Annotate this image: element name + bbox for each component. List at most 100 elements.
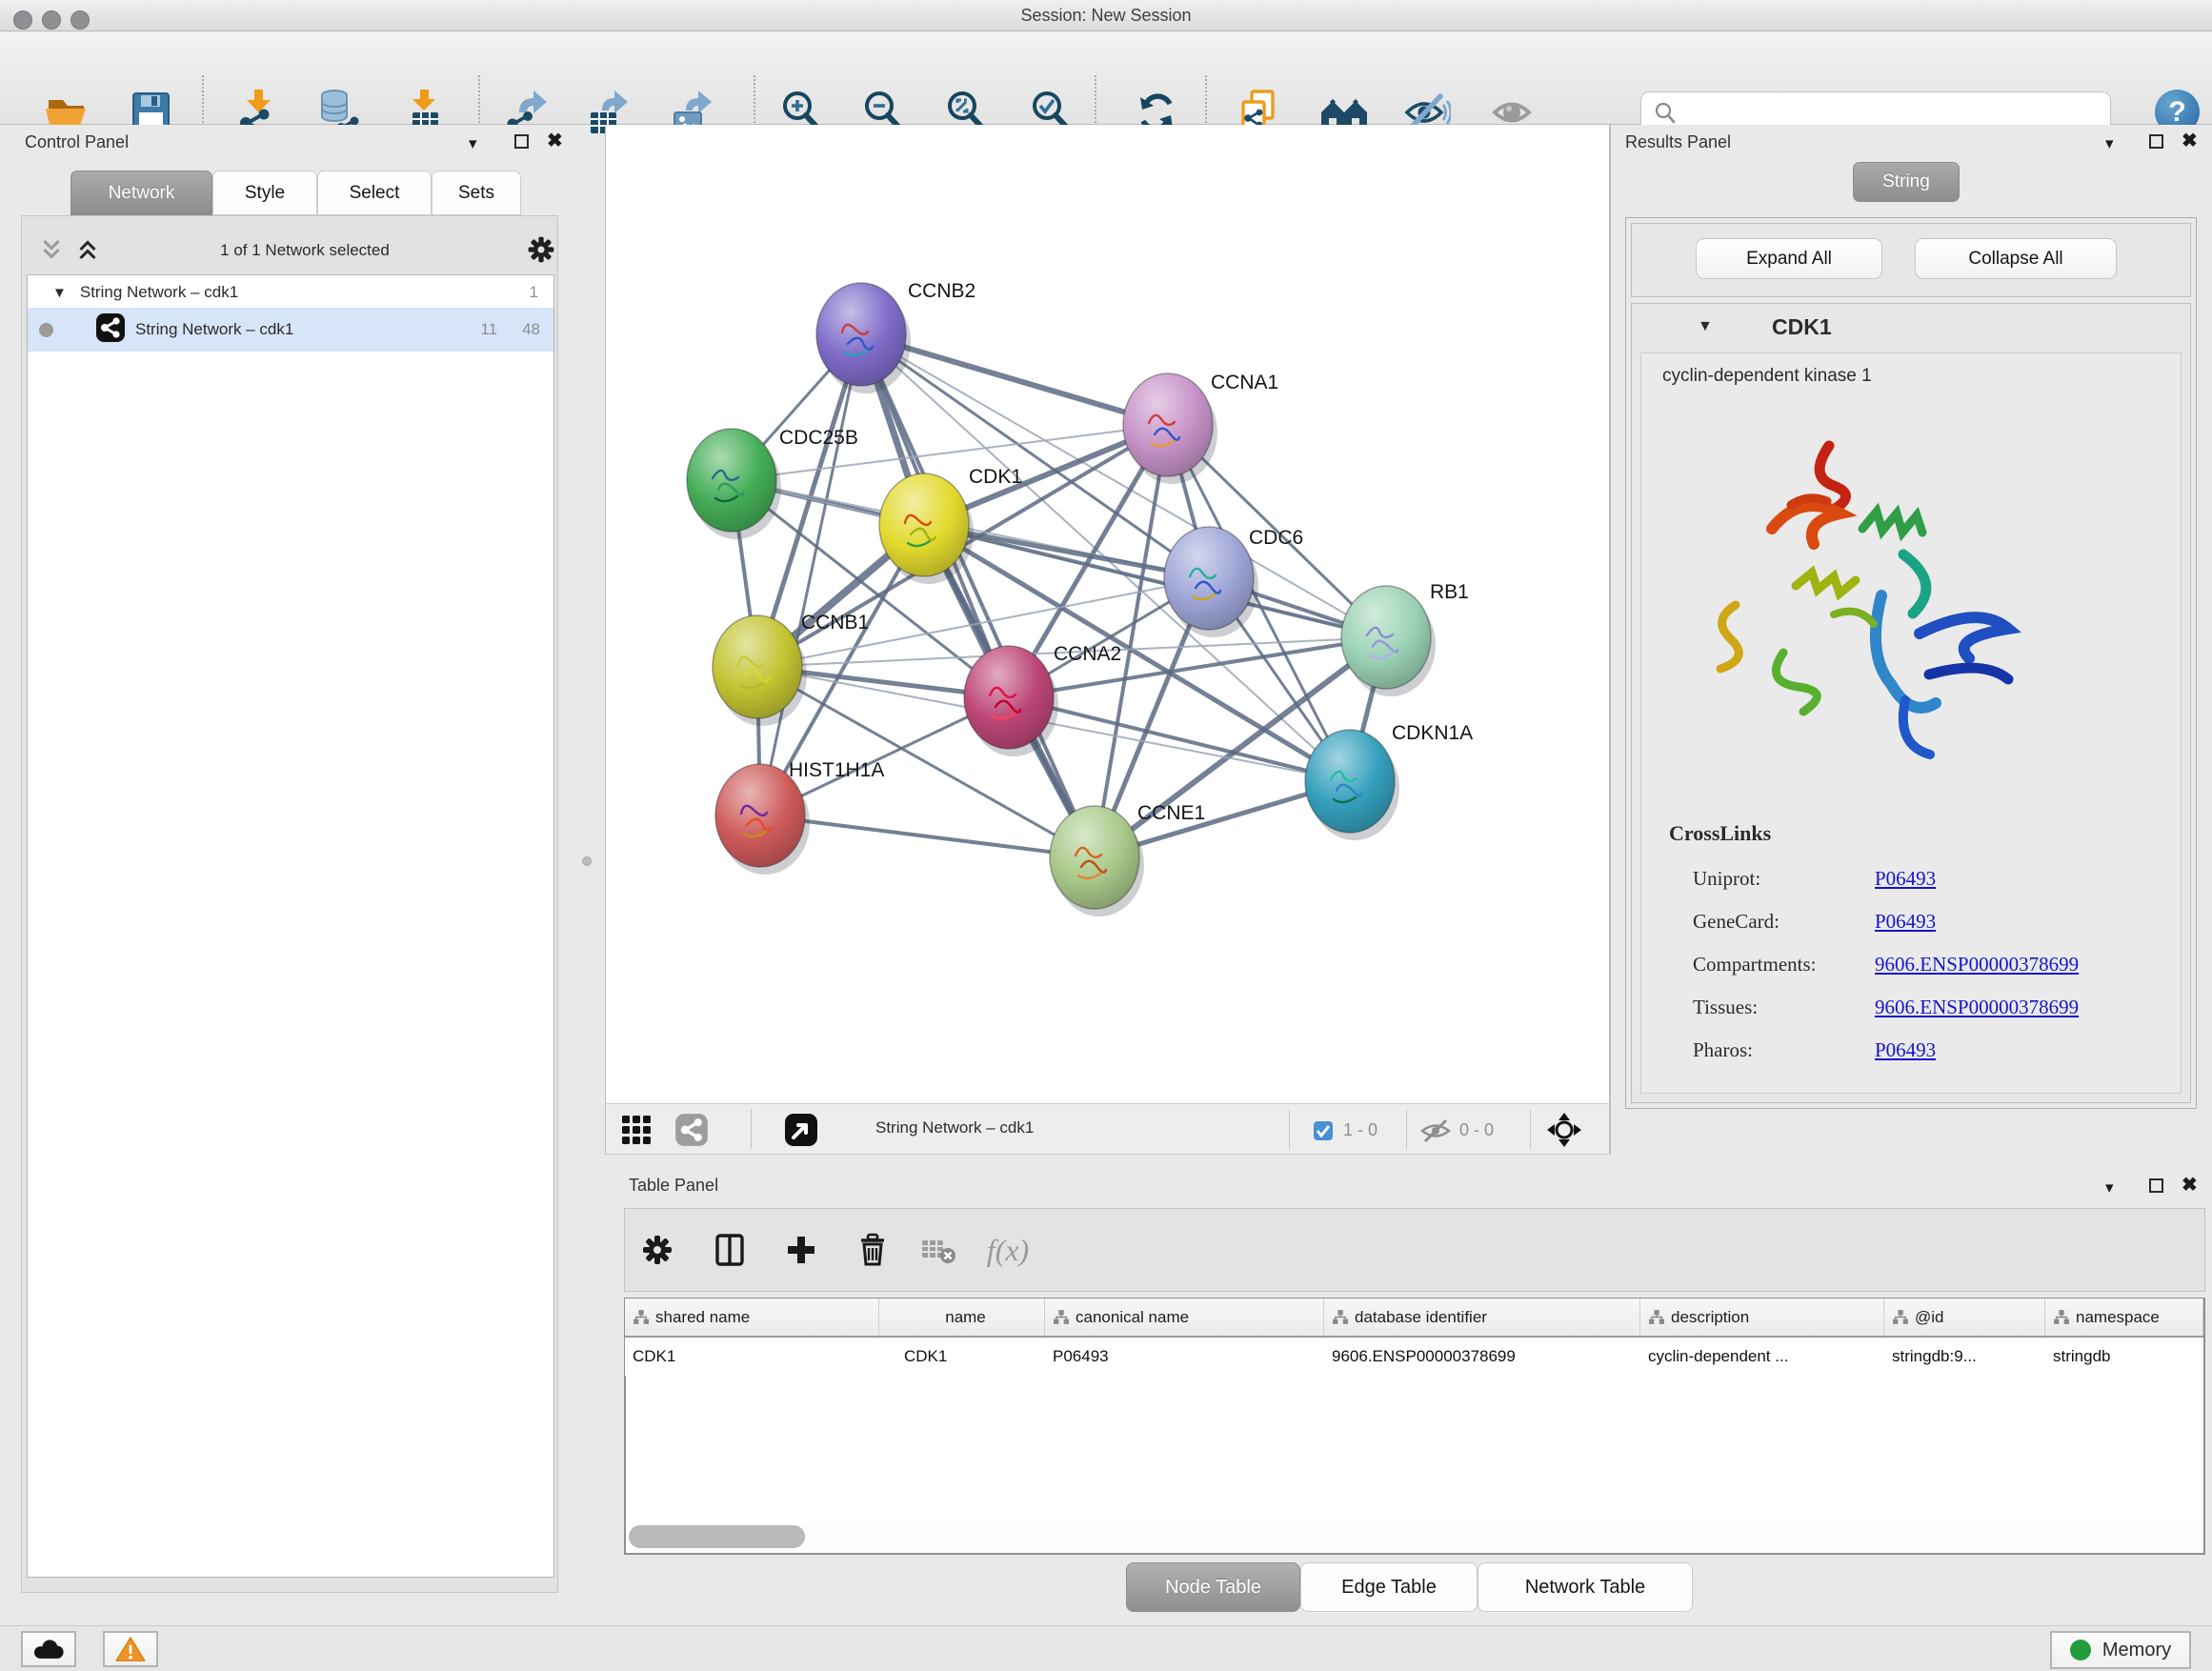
network-collection-label: String Network – cdk1 [80, 283, 238, 302]
tab-sets[interactable]: Sets [432, 171, 521, 215]
scrollbar-thumb[interactable] [629, 1525, 805, 1548]
add-column-plus-icon[interactable] [780, 1229, 822, 1271]
hidden-eye-slash-icon [1419, 1117, 1452, 1149]
column-header-label: canonical name [1076, 1308, 1189, 1327]
selected-checkbox-icon[interactable] [1313, 1120, 1334, 1146]
network-overview-share-icon[interactable] [674, 1113, 709, 1152]
table-cell[interactable]: stringdb:9... [1884, 1338, 2045, 1376]
network-view-title: String Network – cdk1 [875, 1118, 1034, 1137]
node-count: 11 [480, 320, 497, 339]
network-canvas[interactable]: CCNB2CCNA1CDC25BCDK1CDC6RB1CCNB1CCNA2CDK… [605, 125, 1610, 1103]
table-panel-float-icon[interactable] [2149, 1178, 2163, 1193]
search-icon [1653, 101, 1678, 126]
function-builder-icon[interactable]: f(x) [987, 1229, 1029, 1271]
column-header-label: shared name [655, 1308, 750, 1327]
network-edge[interactable] [760, 815, 1095, 857]
table-panel-title: Table Panel [629, 1176, 718, 1196]
table-panel-menu-icon[interactable]: ▾ [2105, 1179, 2114, 1196]
tree-expander-icon[interactable]: ▼ [52, 285, 67, 301]
crosslink-link[interactable]: 9606.ENSP00000378699 [1875, 953, 2079, 976]
crosslink-link[interactable]: P06493 [1875, 1038, 1936, 1062]
results-panel-menu-icon[interactable]: ▾ [2105, 135, 2114, 151]
tab-network-table[interactable]: Network Table [1478, 1562, 1693, 1612]
control-panel-title: Control Panel [25, 132, 129, 152]
node-label-cdkn1a: CDKN1A [1392, 722, 1473, 744]
table-cell[interactable]: 9606.ENSP00000378699 [1324, 1338, 1640, 1376]
table-cell[interactable]: CDK1 [625, 1338, 879, 1376]
column-header-database-identifier[interactable]: database identifier [1324, 1299, 1640, 1336]
control-panel-float-icon[interactable] [514, 134, 529, 149]
left-splitter-handle[interactable] [582, 856, 592, 866]
column-header-namespace[interactable]: namespace [2045, 1299, 2203, 1336]
tab-node-table[interactable]: Node Table [1126, 1562, 1300, 1612]
network-collection-row[interactable]: ▼ String Network – cdk1 1 [28, 277, 553, 308]
table-cell[interactable]: stringdb [2045, 1338, 2203, 1376]
table-cell[interactable]: cyclin-dependent ... [1640, 1338, 1884, 1376]
column-header-name[interactable]: name [879, 1299, 1045, 1336]
network-edge[interactable] [760, 334, 861, 815]
crosslinks-title: CrossLinks [1669, 821, 1771, 846]
question-mark-icon: ? [2168, 96, 2185, 129]
network-panel-gear-icon[interactable] [526, 234, 556, 270]
window-title: Session: New Session [1020, 6, 1191, 26]
results-panel-close-icon[interactable]: ✖ [2182, 131, 2198, 151]
gene-entry-expander-icon[interactable]: ▼ [1698, 318, 1713, 335]
crosslink-row: GeneCard:P06493 [1693, 900, 2179, 943]
crosslink-row: Uniprot:P06493 [1693, 857, 2179, 900]
node-label-hist1h1a: HIST1H1A [789, 759, 884, 781]
delete-table-icon[interactable] [918, 1229, 960, 1271]
expand-all-button[interactable]: Expand All [1696, 238, 1882, 279]
crosslink-label: Tissues: [1693, 996, 1875, 1019]
window-close-light[interactable] [13, 10, 32, 30]
column-header-description[interactable]: description [1640, 1299, 1884, 1336]
table-row[interactable]: CDK1CDK1P064939606.ENSP00000378699cyclin… [625, 1338, 2203, 1376]
column-type-icon [1053, 1309, 1069, 1325]
network-graph[interactable]: CCNB2CCNA1CDC25BCDK1CDC6RB1CCNB1CCNA2CDK… [606, 125, 1611, 1103]
column-header--id[interactable]: @id [1884, 1299, 2045, 1336]
window-zoom-light[interactable] [70, 10, 90, 30]
column-header-shared-name[interactable]: shared name [625, 1299, 879, 1336]
tab-network[interactable]: Network [70, 171, 212, 215]
network-edge[interactable] [861, 334, 1095, 857]
column-header-label: @id [1915, 1308, 1944, 1327]
memory-status-dot-icon [2070, 1640, 2091, 1661]
fit-crosshair-icon[interactable] [1545, 1111, 1583, 1154]
delete-column-trash-icon[interactable] [852, 1229, 894, 1271]
cloud-status-button[interactable] [21, 1631, 76, 1667]
memory-button[interactable]: Memory [2050, 1631, 2191, 1669]
crosslink-link[interactable]: P06493 [1875, 910, 1936, 934]
node-label-cdk1: CDK1 [969, 466, 1022, 488]
node-label-ccnb2: CCNB2 [908, 280, 975, 302]
tab-select[interactable]: Select [317, 171, 432, 215]
tab-edge-table[interactable]: Edge Table [1300, 1562, 1478, 1612]
table-panel-close-icon[interactable]: ✖ [2182, 1176, 2198, 1195]
birdseye-grid-icon[interactable] [620, 1114, 653, 1151]
results-panel-float-icon[interactable] [2149, 134, 2163, 149]
warnings-button[interactable] [103, 1631, 158, 1667]
table-header-row: shared name name canonical name database id… [625, 1299, 2203, 1338]
crosslink-link[interactable]: 9606.ENSP00000378699 [1875, 996, 2079, 1019]
table-cell[interactable]: P06493 [1045, 1338, 1324, 1376]
column-header-canonical-name[interactable]: canonical name [1045, 1299, 1324, 1336]
network-row-selected[interactable]: String Network – cdk1 11 48 [28, 308, 553, 352]
hidden-count: 0 - 0 [1459, 1120, 1494, 1140]
collapse-all-networks-icon[interactable] [40, 238, 63, 266]
table-horizontal-scrollbar[interactable] [627, 1522, 2201, 1551]
crosslink-row: Pharos:P06493 [1693, 1029, 2179, 1072]
expand-all-networks-icon[interactable] [76, 238, 99, 266]
protein-structure-image [1677, 410, 2058, 795]
collapse-all-button[interactable]: Collapse All [1915, 238, 2117, 279]
tab-string[interactable]: String [1853, 162, 1960, 202]
collection-count: 1 [530, 283, 538, 302]
table-cell[interactable]: CDK1 [896, 1338, 1062, 1376]
tab-style[interactable]: Style [212, 171, 317, 215]
control-panel-menu-icon[interactable]: ▾ [469, 135, 477, 151]
control-panel-close-icon[interactable]: ✖ [547, 131, 563, 151]
node-label-cdc25b: CDC25B [779, 427, 858, 449]
window-minimize-light[interactable] [42, 10, 61, 30]
crosslink-link[interactable]: P06493 [1875, 867, 1936, 891]
show-columns-icon[interactable] [709, 1229, 751, 1271]
column-type-icon [1892, 1309, 1908, 1325]
table-settings-gear-icon[interactable] [636, 1229, 678, 1271]
open-in-window-icon[interactable] [783, 1112, 819, 1153]
